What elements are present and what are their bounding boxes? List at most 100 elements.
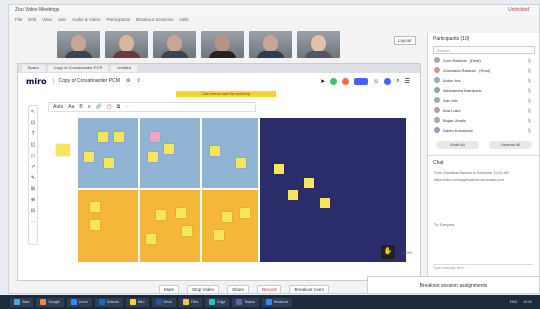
sticky-note[interactable] (84, 152, 94, 162)
shape-tool-icon[interactable]: ▭ (31, 153, 36, 159)
avatar[interactable] (342, 78, 350, 85)
grid-tool-icon[interactable]: ⊞ (31, 186, 35, 192)
frame-icon[interactable]: ▢ (107, 104, 112, 110)
microphone-icon[interactable]: 🎙 (527, 98, 532, 103)
chat-recipient[interactable]: To: Everyone (428, 222, 539, 229)
text-format-icon[interactable]: Aa (68, 104, 74, 110)
microphone-icon[interactable]: 🎙 (527, 128, 532, 133)
search-icon[interactable]: ⌕ (396, 78, 399, 85)
taskbar-item[interactable]: Breakout (261, 297, 292, 307)
clock[interactable]: 10:42 (523, 300, 532, 304)
taskbar-item[interactable]: Start (10, 297, 34, 307)
frame-tool-icon[interactable]: ⊡ (31, 120, 35, 126)
language-indicator[interactable]: ENG (510, 300, 518, 304)
stop-video-button[interactable]: Stop Video (187, 285, 219, 293)
select-tool-icon[interactable]: ↖ (31, 109, 35, 115)
emoji-icon[interactable]: ☺ (373, 79, 379, 85)
sticky-note[interactable] (214, 230, 224, 240)
align-icon[interactable]: ≡ (88, 104, 91, 110)
breakout-button[interactable]: Breakout room (289, 285, 329, 293)
template-tool-icon[interactable]: ⊟ (31, 208, 35, 214)
sticky-note[interactable] (146, 234, 156, 244)
taskbar-item[interactable]: Miro (125, 297, 149, 307)
menu-breakout[interactable]: Breakout Sessions (136, 17, 174, 22)
share-button[interactable]: Share (226, 285, 249, 293)
sticky-note[interactable] (288, 190, 298, 200)
bold-icon[interactable]: B (79, 104, 82, 110)
arrow-tool-icon[interactable]: ↗ (31, 164, 35, 170)
sticky-note[interactable] (240, 208, 250, 218)
taskbar-item[interactable]: Word (151, 297, 176, 307)
avatar[interactable] (330, 78, 338, 85)
board-section-blue[interactable] (202, 118, 258, 188)
sticky-note[interactable] (176, 208, 186, 218)
add-tool-icon[interactable]: ⊕ (31, 197, 35, 203)
sticky-note[interactable] (222, 212, 232, 222)
menu-participants[interactable]: Participants (106, 17, 130, 22)
menu-help[interactable]: Help (179, 17, 188, 22)
board-section-orange[interactable] (202, 190, 258, 262)
browser-tab[interactable]: Copy of Crossboarder PCR (47, 65, 109, 72)
sticky-note[interactable] (90, 202, 100, 212)
mute-button[interactable]: Mute (159, 285, 180, 293)
browser-tab[interactable]: Untitled (111, 65, 137, 72)
taskbar-item[interactable]: Google (36, 297, 64, 307)
pen-tool-icon[interactable]: ✎ (31, 175, 35, 181)
sticky-note[interactable] (320, 198, 330, 208)
sticky-note[interactable] (182, 226, 192, 236)
sticky-note[interactable] (236, 158, 246, 168)
sticky-note[interactable] (98, 132, 108, 142)
link-icon[interactable]: 🔗 (96, 104, 102, 110)
video-tile[interactable] (57, 31, 100, 58)
participant-row[interactable]: Antun Ivic 🎙 (428, 75, 539, 85)
layout-button[interactable]: Layout (394, 36, 416, 45)
more-tools-icon[interactable]: ⋯ (31, 219, 36, 225)
mute-all-button[interactable]: Mute All (436, 141, 479, 149)
sticky-note[interactable] (164, 144, 174, 154)
hand-tool-icon[interactable]: ✋ (381, 245, 395, 259)
participant-row[interactable]: Ana Lukic 🎙 (428, 105, 539, 115)
sticky-note[interactable] (156, 210, 166, 220)
microphone-icon[interactable]: 🎙 (527, 108, 532, 113)
sticky-note[interactable] (104, 158, 114, 168)
video-tile[interactable] (105, 31, 148, 58)
menu-edit[interactable]: Edit (28, 17, 36, 22)
more-options-icon[interactable]: ⋯ (125, 104, 130, 110)
cursor-icon[interactable]: ➤ (320, 78, 325, 85)
upload-icon[interactable]: ⇪ (136, 78, 140, 84)
video-tile[interactable] (153, 31, 196, 58)
microphone-icon[interactable]: 🎙 (527, 88, 532, 93)
board-section-orange[interactable] (140, 190, 200, 262)
board-section-orange[interactable] (78, 190, 138, 262)
breakout-assignments[interactable]: Breakout session assignments (367, 276, 539, 293)
participant-row[interactable]: Ivan Ivic 🎙 (428, 95, 539, 105)
participant-row[interactable]: Darko Kovačević 🎙 (428, 125, 539, 135)
browser-tab[interactable]: Board (22, 65, 45, 72)
menu-audio-video[interactable]: Audio & Video (72, 17, 100, 22)
chat-input[interactable]: Type message here... (433, 264, 533, 271)
board-section-blue[interactable] (78, 118, 138, 188)
participant-row[interactable]: Zvezdana Radovic (Host) 🎙 (428, 65, 539, 75)
sticky-note[interactable] (56, 144, 70, 156)
sticky-note[interactable] (150, 132, 160, 142)
share-board-button[interactable] (354, 78, 369, 85)
taskbar-item[interactable]: Zoom (66, 297, 92, 307)
sticky-note[interactable] (304, 178, 314, 188)
zoom-level[interactable]: 100% (402, 250, 412, 255)
video-tile[interactable] (201, 31, 244, 58)
participant-row[interactable]: Bojan Uredic 🎙 (428, 115, 539, 125)
duplicate-icon[interactable]: ⧉ (117, 104, 121, 110)
font-select[interactable]: Auto (53, 104, 63, 110)
workshop-banner[interactable]: Click here to start the workshop (176, 91, 276, 97)
sticky-note[interactable] (114, 132, 124, 142)
avatar[interactable] (384, 78, 392, 85)
sticky-note[interactable] (210, 146, 220, 156)
sticky-tool-icon[interactable]: ◱ (31, 142, 36, 148)
taskbar-item[interactable]: Files (178, 297, 203, 307)
menu-view[interactable]: View (42, 17, 52, 22)
board-title[interactable]: Copy of Crossboarder PCM (52, 78, 120, 84)
sticky-note[interactable] (274, 164, 284, 174)
taskbar-item[interactable]: Teams (232, 297, 259, 307)
video-tile[interactable] (297, 31, 340, 58)
settings-icon[interactable]: ⚙ (126, 78, 130, 84)
